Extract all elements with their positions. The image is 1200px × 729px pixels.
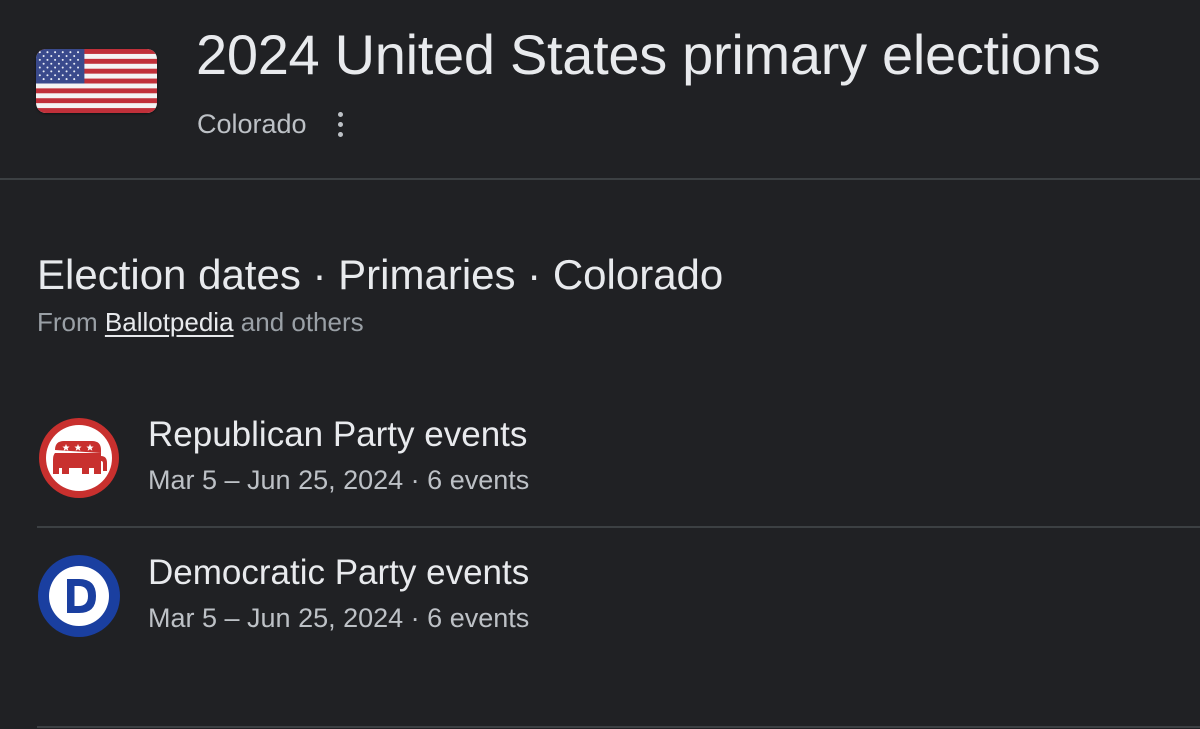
source-attribution: From Ballotpedia and others [37,305,364,339]
kebab-dot [338,121,344,127]
party-dates: Mar 5 – Jun 25, 2024 [148,465,404,495]
source-suffix: and others [233,307,364,337]
republican-elephant-icon [37,416,121,500]
bottom-divider [37,726,1200,728]
kebab-dot [338,131,344,137]
ballotpedia-link[interactable]: Ballotpedia [105,307,234,337]
header: 2024 United States primary elections Col… [0,0,1200,180]
party-name: Democratic Party events [148,553,530,592]
more-vert-icon[interactable] [329,107,353,141]
section-title: Election dates · Primaries · Colorado [37,251,724,298]
event-count: 6 events [427,603,530,633]
source-prefix: From [37,307,105,337]
democratic-d-icon [37,554,121,638]
meta-separator: · [403,603,428,633]
location-subtitle: Colorado [197,108,307,139]
meta-separator: · [403,465,428,495]
party-meta: Mar 5 – Jun 25, 2024 · 6 events [148,600,529,636]
kebab-dot [338,111,344,117]
democratic-party-events-row[interactable]: Democratic Party events Mar 5 – Jun 25, … [37,542,1200,666]
event-count: 6 events [427,465,530,495]
us-flag-icon [36,49,157,113]
page-title: 2024 United States primary elections [196,23,1101,86]
party-dates: Mar 5 – Jun 25, 2024 [148,603,404,633]
republican-party-events-row[interactable]: Republican Party events Mar 5 – Jun 25, … [37,404,1200,528]
subtitle-row: Colorado [197,104,353,144]
party-meta: Mar 5 – Jun 25, 2024 · 6 events [148,462,529,498]
party-name: Republican Party events [148,415,528,454]
